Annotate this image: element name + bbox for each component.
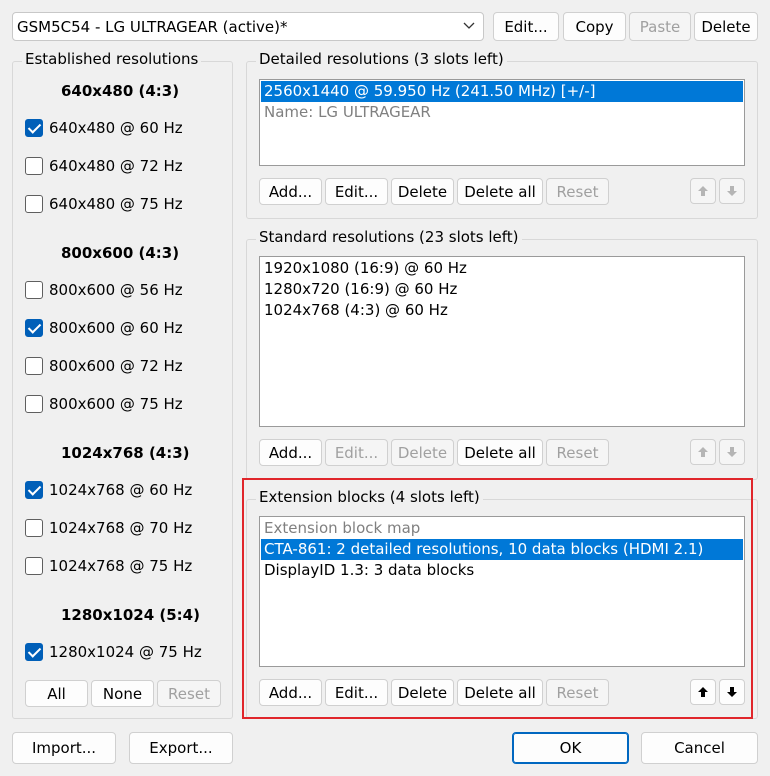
checkbox-label: 1024x768 @ 70 Hz bbox=[49, 519, 193, 537]
checkbox-800x600-72[interactable] bbox=[25, 357, 43, 375]
standard-delete-button[interactable]: Delete bbox=[391, 439, 454, 466]
standard-add-button[interactable]: Add... bbox=[259, 439, 322, 466]
detailed-move-down-button[interactable] bbox=[719, 178, 745, 204]
list-item[interactable]: 2560x1440 @ 59.950 Hz (241.50 MHz) [+/-] bbox=[261, 81, 743, 102]
standard-move-up-button[interactable] bbox=[690, 439, 716, 465]
checkbox-640x480-72[interactable] bbox=[25, 157, 43, 175]
checkbox-1024x768-70[interactable] bbox=[25, 519, 43, 537]
checkbox-label: 640x480 @ 75 Hz bbox=[49, 195, 183, 213]
standard-resolutions-list[interactable]: 1920x1080 (16:9) @ 60 Hz 1280x720 (16:9)… bbox=[259, 256, 745, 427]
checkbox-1024x768-75[interactable] bbox=[25, 557, 43, 575]
delete-monitor-button[interactable]: Delete bbox=[694, 12, 758, 41]
detailed-resolutions-list[interactable]: 2560x1440 @ 59.950 Hz (241.50 MHz) [+/-]… bbox=[259, 79, 745, 166]
list-item[interactable]: Name: LG ULTRAGEAR bbox=[261, 102, 743, 123]
detailed-move-up-button[interactable] bbox=[690, 178, 716, 204]
group-heading-640x480: 640x480 (4:3) bbox=[61, 82, 180, 100]
cancel-button[interactable]: Cancel bbox=[641, 732, 758, 764]
all-button[interactable]: All bbox=[25, 680, 88, 707]
checkbox-640x480-60[interactable] bbox=[25, 119, 43, 137]
arrow-down-icon bbox=[727, 447, 737, 457]
copy-button[interactable]: Copy bbox=[563, 12, 626, 41]
edit-monitor-button[interactable]: Edit... bbox=[493, 12, 559, 41]
list-item[interactable]: 1024x768 (4:3) @ 60 Hz bbox=[261, 300, 743, 321]
checkbox-label: 800x600 @ 60 Hz bbox=[49, 319, 183, 337]
checkbox-label: 1280x1024 @ 75 Hz bbox=[49, 643, 202, 661]
arrow-up-icon bbox=[698, 186, 708, 196]
standard-move-down-button[interactable] bbox=[719, 439, 745, 465]
checkbox-label: 800x600 @ 72 Hz bbox=[49, 357, 183, 375]
checkbox-label: 640x480 @ 60 Hz bbox=[49, 119, 183, 137]
detailed-reset-button[interactable]: Reset bbox=[546, 178, 609, 205]
checkbox-1280x1024-75[interactable] bbox=[25, 643, 43, 661]
standard-edit-button[interactable]: Edit... bbox=[325, 439, 388, 466]
checkbox-800x600-56[interactable] bbox=[25, 281, 43, 299]
checkbox-label: 800x600 @ 75 Hz bbox=[49, 395, 183, 413]
checkbox-label: 1024x768 @ 60 Hz bbox=[49, 481, 193, 499]
checkbox-800x600-60[interactable] bbox=[25, 319, 43, 337]
group-heading-800x600: 800x600 (4:3) bbox=[61, 244, 180, 262]
detailed-add-button[interactable]: Add... bbox=[259, 178, 322, 205]
detailed-edit-button[interactable]: Edit... bbox=[325, 178, 388, 205]
standard-resolutions-title: Standard resolutions (23 slots left) bbox=[256, 228, 522, 246]
paste-button[interactable]: Paste bbox=[629, 12, 691, 41]
list-item[interactable]: 1920x1080 (16:9) @ 60 Hz bbox=[261, 258, 743, 279]
checkbox-label: 1024x768 @ 75 Hz bbox=[49, 557, 193, 575]
highlight-box bbox=[242, 478, 753, 719]
chevron-down-icon bbox=[463, 19, 475, 37]
checkbox-label: 640x480 @ 72 Hz bbox=[49, 157, 183, 175]
ok-button[interactable]: OK bbox=[512, 732, 629, 764]
checkbox-640x480-75[interactable] bbox=[25, 195, 43, 213]
import-button[interactable]: Import... bbox=[12, 732, 116, 764]
monitor-select[interactable]: GSM5C54 - LG ULTRAGEAR (active)* bbox=[12, 12, 484, 41]
export-button[interactable]: Export... bbox=[129, 732, 233, 764]
detailed-delete-button[interactable]: Delete bbox=[391, 178, 454, 205]
arrow-up-icon bbox=[698, 447, 708, 457]
detailed-resolutions-title: Detailed resolutions (3 slots left) bbox=[256, 50, 507, 68]
standard-delete-all-button[interactable]: Delete all bbox=[457, 439, 543, 466]
group-heading-1024x768: 1024x768 (4:3) bbox=[61, 444, 190, 462]
none-button[interactable]: None bbox=[91, 680, 154, 707]
list-item[interactable]: 1280x720 (16:9) @ 60 Hz bbox=[261, 279, 743, 300]
checkbox-1024x768-60[interactable] bbox=[25, 481, 43, 499]
established-reset-button[interactable]: Reset bbox=[157, 680, 221, 707]
group-heading-1280x1024: 1280x1024 (5:4) bbox=[61, 606, 200, 624]
arrow-down-icon bbox=[727, 186, 737, 196]
detailed-delete-all-button[interactable]: Delete all bbox=[457, 178, 543, 205]
standard-reset-button[interactable]: Reset bbox=[546, 439, 609, 466]
established-resolutions-title: Established resolutions bbox=[22, 50, 202, 68]
checkbox-800x600-75[interactable] bbox=[25, 395, 43, 413]
monitor-select-value: GSM5C54 - LG ULTRAGEAR (active)* bbox=[17, 18, 288, 36]
checkbox-label: 800x600 @ 56 Hz bbox=[49, 281, 183, 299]
